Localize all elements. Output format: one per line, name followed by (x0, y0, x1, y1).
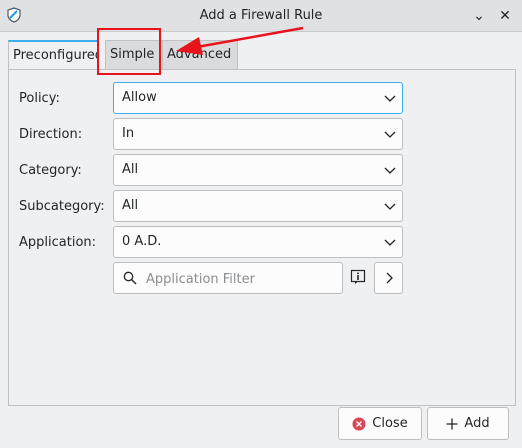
application-label: Application: (19, 235, 97, 250)
application-value: 0 A.D. (122, 234, 162, 249)
category-value: All (122, 162, 139, 177)
add-button-label: Add (464, 416, 490, 431)
search-icon (123, 271, 137, 285)
direction-select[interactable]: In (113, 118, 403, 150)
close-button[interactable]: Close (338, 407, 422, 440)
application-filter-input[interactable] (144, 267, 338, 291)
title-bar: Add a Firewall Rule ⌄ ✕ (0, 0, 522, 32)
chevron-down-icon: ⌄ (473, 8, 485, 24)
add-button[interactable]: Add (427, 407, 509, 440)
tab-advanced[interactable]: Advanced (162, 40, 238, 70)
direction-label: Direction: (19, 127, 83, 142)
chevron-down-icon (384, 239, 396, 246)
next-button[interactable] (374, 262, 403, 294)
direction-value: In (122, 126, 135, 141)
chevron-down-icon (384, 203, 396, 210)
chevron-right-icon (386, 272, 393, 284)
info-icon[interactable] (350, 269, 366, 285)
window-close-button[interactable]: ✕ (496, 7, 514, 25)
plus-icon (446, 418, 458, 429)
category-select[interactable]: All (113, 154, 403, 186)
chevron-down-icon (384, 95, 396, 102)
application-filter-field[interactable] (113, 262, 343, 294)
policy-select[interactable]: Allow (113, 82, 403, 114)
application-select[interactable]: 0 A.D. (113, 226, 403, 258)
policy-label: Policy: (19, 91, 60, 106)
policy-value: Allow (122, 90, 157, 105)
subcategory-value: All (122, 198, 139, 213)
close-icon: ✕ (499, 8, 511, 24)
category-label: Category: (19, 163, 82, 178)
window-title: Add a Firewall Rule (199, 8, 323, 23)
chevron-down-icon (384, 131, 396, 138)
subcategory-label: Subcategory: (19, 199, 105, 214)
cancel-icon (352, 417, 366, 430)
close-button-label: Close (372, 416, 408, 431)
annotation-highlight-box (97, 28, 161, 75)
tab-preconfigured[interactable]: Preconfigured (8, 40, 99, 71)
chevron-down-icon (384, 167, 396, 174)
minimize-button[interactable]: ⌄ (470, 7, 488, 25)
subcategory-select[interactable]: All (113, 190, 403, 222)
